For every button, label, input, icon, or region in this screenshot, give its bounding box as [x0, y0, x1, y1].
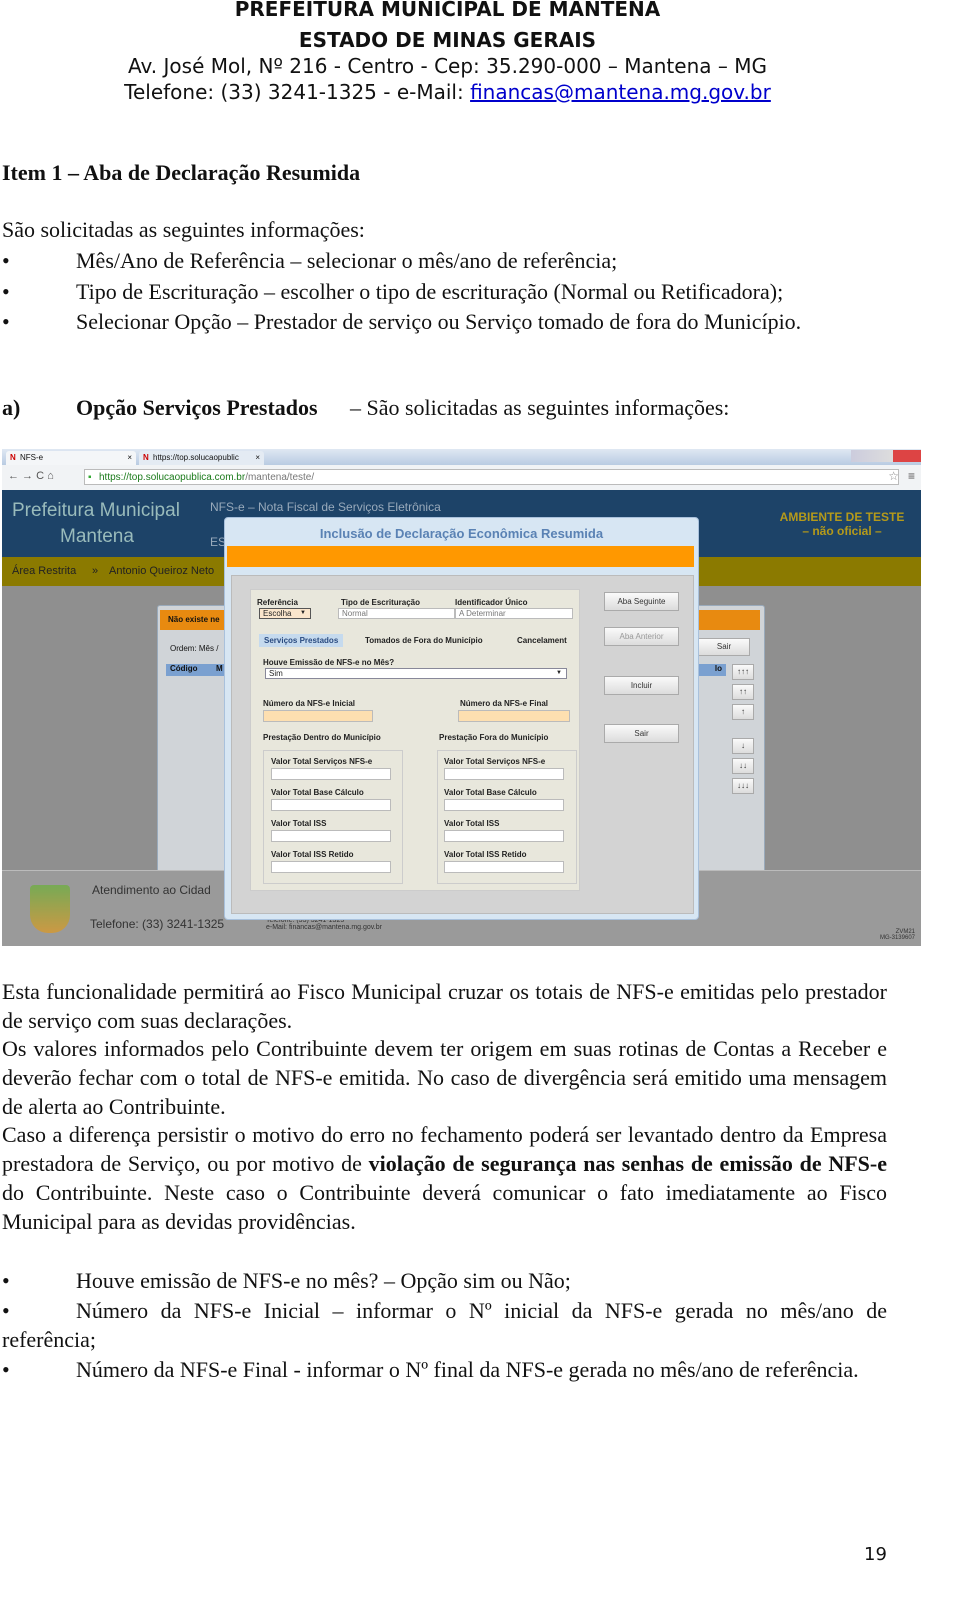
fora-servicos-label: Valor Total Serviços NFS-e — [444, 757, 546, 766]
dentro-iss-label: Valor Total ISS — [271, 819, 327, 828]
list-item: • Tipo de Escrituração – escolher o tipo … — [2, 279, 784, 304]
header-contact: Telefone: (33) 3241-1325 - e-Mail: finan… — [124, 80, 771, 104]
footer-phone: Telefone: (33) 3241-1325 — [90, 917, 225, 931]
paragraph: Os valores informados pelo Contribuinte … — [2, 1036, 887, 1119]
intro-text: São solicitadas as seguintes informações… — [2, 217, 365, 242]
paragraph: Caso a diferença persistir o motivo do e… — [2, 1122, 888, 1234]
header-line2: ESTADO DE MINAS GERAIS — [298, 28, 597, 52]
fora-base-label: Valor Total Base Cálculo — [444, 788, 537, 797]
header-line1: PREFEITURA MUNICIPAL DE MANTENA — [234, 0, 661, 21]
include-button[interactable]: Incluir — [604, 676, 679, 695]
modal-body: Referência Escolha ▼ Tipo de Escrituração… — [231, 575, 694, 914]
move-up-button[interactable]: ↑ — [732, 704, 754, 720]
lock-icon: ▪ — [88, 472, 92, 483]
modal-title: Inclusão de Declaração Econômica Resumid… — [319, 526, 604, 541]
paragraph: Esta funcionalidade permitirá ao Fisco M… — [2, 979, 887, 1033]
nav-icons[interactable]: ← → C ⌂ — [8, 470, 54, 482]
emissao-select[interactable]: Sim ▼ — [265, 668, 567, 679]
embedded-screenshot: N NFS-e × Nhttps://top.solucaopublic × ← → … — [2, 449, 921, 946]
test-env-label: AMBIENTE DE TESTE – não oficial – — [779, 510, 905, 538]
breadcrumb-item[interactable]: Antonio Queiroz Neto — [109, 565, 214, 577]
next-tab-button[interactable]: Aba Seguinte — [604, 592, 679, 611]
window-controls[interactable] — [851, 450, 921, 462]
tab-tomados-fora[interactable]: Tomados de Fora do Município — [365, 636, 483, 645]
url-input[interactable]: ▪ https://top.solucaopublica.com.br/mante… — [84, 469, 899, 485]
final-input[interactable] — [458, 710, 570, 722]
coat-of-arms-logo — [30, 885, 70, 933]
chevron-down-icon: ▼ — [556, 670, 562, 676]
list-item: • Número da NFS-e Final - informar o Nº f… — [2, 1357, 859, 1382]
move-top-button[interactable]: ↑↑↑ — [732, 664, 754, 680]
move-down-page-button[interactable]: ↓↓ — [732, 758, 754, 774]
close-icon[interactable]: × — [127, 451, 132, 465]
section-title: Item 1 – Aba de Declaração Resumida — [2, 160, 361, 185]
footer-title: Atendimento ao Cidad — [92, 883, 211, 897]
page-number: 19 — [864, 1544, 887, 1565]
tab-servicos-prestados[interactable]: Serviços Prestados — [259, 634, 344, 647]
fora-group: Valor Total Serviços NFS-e Valor Total B… — [437, 750, 577, 884]
list-item: • Número da NFS-e Inicial – informar o Nº… — [2, 1298, 887, 1352]
form-panel: Referência Escolha ▼ Tipo de Escrituração… — [250, 589, 580, 891]
list-item: • Selecionar Opção – Prestador de serviço… — [2, 309, 802, 334]
breadcrumb-item[interactable]: Área Restrita — [12, 565, 76, 577]
dentro-base-input[interactable] — [271, 799, 391, 811]
footer-code: ZVM21 MG-3139607 — [879, 929, 915, 941]
close-icon[interactable]: × — [255, 451, 260, 465]
dentro-iss-input[interactable] — [271, 830, 391, 842]
dentro-group: Valor Total Serviços NFS-e Valor Total B… — [263, 750, 403, 884]
browser-tab-bar: N NFS-e × Nhttps://top.solucaopublic × — [2, 449, 921, 465]
previous-tab-button[interactable]: Aba Anterior — [604, 627, 679, 646]
dentro-iss-retido-input[interactable] — [271, 861, 391, 873]
brand-city: Mantena — [60, 526, 134, 547]
reference-label: Referência — [257, 598, 298, 607]
fora-iss-retido-input[interactable] — [444, 861, 564, 873]
list-item: • Houve emissão de NFS-e no mês? – Opção … — [2, 1268, 571, 1293]
browser-tab[interactable]: N NFS-e × — [6, 451, 136, 465]
tipo-label: Tipo de Escrituração — [341, 598, 420, 607]
fora-iss-retido-label: Valor Total ISS Retido — [444, 850, 527, 859]
system-name: NFS-e – Nota Fiscal de Serviços Eletrôni… — [210, 500, 441, 514]
brand-name: Prefeitura Municipal — [12, 500, 180, 521]
nfse-favicon-icon: N — [143, 453, 149, 462]
tab-cancelamento[interactable]: Cancelament — [517, 636, 567, 645]
list-item: • Mês/Ano de Referência – selecionar o mê… — [2, 248, 618, 273]
exit-button[interactable]: Sair — [604, 724, 679, 743]
identifier-field[interactable]: A Determinar — [455, 608, 573, 619]
section-a-heading: a) Opção Serviços Prestados – São solicit… — [2, 395, 730, 420]
browser-tab[interactable]: Nhttps://top.solucaopublic × — [139, 451, 264, 465]
move-up-page-button[interactable]: ↑↑ — [732, 684, 754, 700]
dentro-servicos-label: Valor Total Serviços NFS-e — [271, 757, 373, 766]
address-bar-row: ← → C ⌂ ▪ https://top.solucaopublica.com.… — [2, 465, 921, 491]
move-bottom-button[interactable]: ↓↓↓ — [732, 778, 754, 794]
dentro-base-label: Valor Total Base Cálculo — [271, 788, 364, 797]
dentro-iss-retido-label: Valor Total ISS Retido — [271, 850, 354, 859]
tipo-field[interactable]: Normal — [338, 608, 455, 619]
fora-servicos-input[interactable] — [444, 768, 564, 780]
modal-orange-bar — [227, 546, 694, 567]
order-label: Ordem: Mês / — [170, 644, 219, 653]
inicial-input[interactable] — [263, 710, 373, 722]
dentro-label: Prestação Dentro do Município — [263, 733, 381, 742]
final-label: Número da NFS-e Final — [460, 699, 549, 708]
exit-button[interactable]: Sair — [698, 638, 750, 656]
fora-label: Prestação Fora do Município — [439, 733, 549, 742]
identifier-label: Identificador Único — [455, 598, 528, 607]
chevron-down-icon: ▼ — [300, 610, 306, 616]
fora-iss-input[interactable] — [444, 830, 564, 842]
star-icon[interactable]: ☆ — [888, 469, 899, 483]
nfse-favicon-icon: N — [10, 453, 16, 462]
fora-iss-label: Valor Total ISS — [444, 819, 500, 828]
emissao-label: Houve Emissão de NFS-e no Mês? — [263, 658, 395, 667]
header-address: Av. José Mol, Nº 216 - Centro - Cep: 35.… — [128, 54, 767, 78]
declaration-modal: Inclusão de Declaração Econômica Resumid… — [224, 517, 699, 920]
fora-base-input[interactable] — [444, 799, 564, 811]
breadcrumb-separator: » — [92, 565, 99, 577]
menu-icon[interactable]: ≡ — [908, 469, 915, 483]
dentro-servicos-input[interactable] — [271, 768, 391, 780]
email-link[interactable]: financas@mantena.mg.gov.br — [470, 80, 771, 104]
move-down-button[interactable]: ↓ — [732, 738, 754, 754]
inicial-label: Número da NFS-e Inicial — [263, 699, 356, 708]
reference-select[interactable]: Escolha ▼ — [259, 608, 311, 619]
